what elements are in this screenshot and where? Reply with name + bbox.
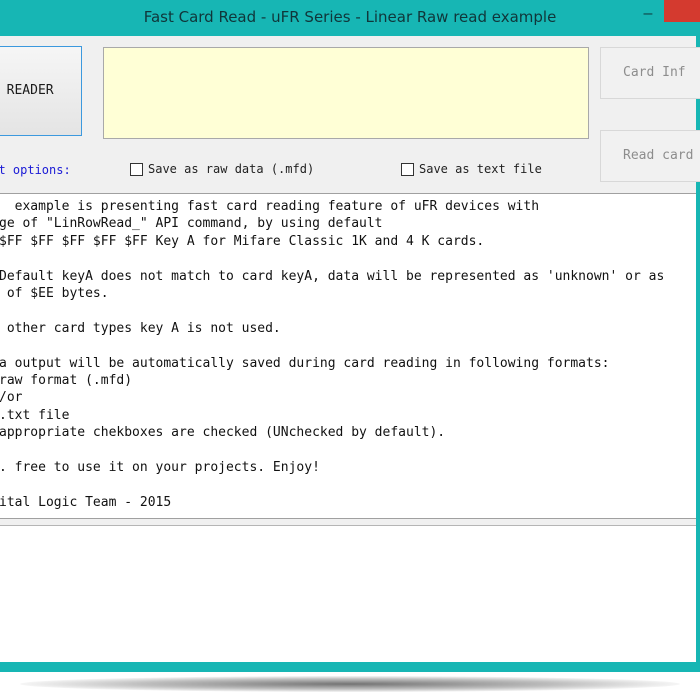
card-info-button[interactable]: Card Inf — [600, 47, 700, 99]
memo-line: . free to use it on your projects. Enjoy… — [0, 459, 320, 475]
memo-line: /or — [0, 390, 23, 406]
memo-line: raw format (.mfd) — [0, 372, 133, 388]
read-card-button[interactable]: Read card — [600, 130, 700, 182]
title-bar[interactable]: Fast Card Read - uFR Series - Linear Raw… — [0, 0, 700, 36]
output-options-label: put options: — [0, 163, 71, 177]
memo-line: ital Logic Team - 2015 — [0, 494, 172, 510]
save-text-checkbox[interactable]: Save as text file — [401, 161, 542, 177]
memo-line — [0, 476, 664, 493]
close-button[interactable] — [664, 0, 700, 22]
memo-line — [0, 250, 664, 267]
memo-line: of $EE bytes. — [0, 285, 109, 301]
minimize-icon[interactable]: – — [636, 4, 660, 28]
memo-line: $FF $FF $FF $FF $FF Key A for Mifare Cla… — [0, 233, 485, 249]
memo-line — [0, 441, 664, 458]
window-shadow — [20, 676, 680, 692]
open-reader-label: N READER — [0, 83, 54, 98]
save-raw-checkbox[interactable]: Save as raw data (.mfd) — [130, 161, 314, 177]
memo-line: .txt file — [0, 407, 70, 423]
memo-line: a output will be automatically saved dur… — [0, 355, 610, 371]
save-text-label: Save as text file — [419, 162, 542, 176]
save-raw-label: Save as raw data (.mfd) — [148, 162, 315, 176]
memo-line: other card types key A is not used. — [0, 320, 281, 336]
info-memo-text: example is presenting fast card reading … — [0, 198, 664, 511]
memo-line — [0, 337, 664, 354]
client-area: N READER Card Inf Read card put options:… — [0, 36, 700, 662]
status-display — [103, 47, 589, 139]
memo-line: ge of "LinRowRead_" API command, by usin… — [0, 216, 383, 232]
save-raw-checkbox-box[interactable] — [130, 162, 143, 176]
window-title: Fast Card Read - uFR Series - Linear Raw… — [143, 8, 557, 26]
memo-line: example is presenting fast card reading … — [0, 199, 540, 214]
read-card-label: Read card — [623, 148, 694, 163]
open-reader-button[interactable]: N READER — [0, 46, 82, 136]
memo-line: Default keyA does not match to card keyA… — [0, 268, 665, 284]
save-text-checkbox-box[interactable] — [401, 162, 414, 176]
app-window: Fast Card Read - uFR Series - Linear Raw… — [0, 0, 700, 672]
memo-line — [0, 302, 664, 319]
info-memo[interactable]: example is presenting fast card reading … — [0, 193, 696, 519]
memo-line: appropriate chekboxes are checked (UNche… — [0, 425, 446, 441]
output-text-area[interactable] — [0, 525, 696, 662]
card-info-label: Card Inf — [623, 65, 686, 80]
